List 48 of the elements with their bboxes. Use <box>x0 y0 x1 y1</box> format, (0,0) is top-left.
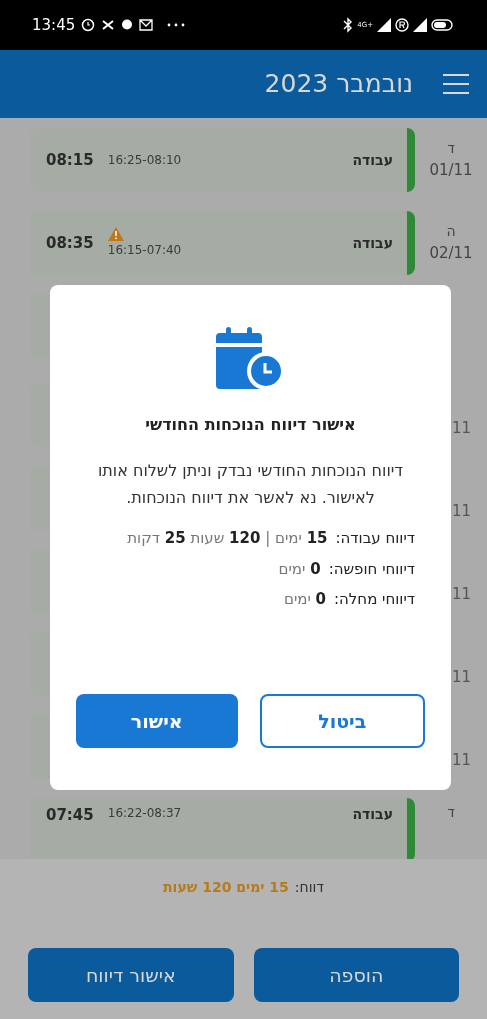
summary-value: 15 ימים 120 שעות <box>163 878 289 897</box>
entry-card-edge[interactable] <box>30 466 50 530</box>
day-label: ה <box>446 222 456 242</box>
entry-type: עבודה <box>352 805 393 824</box>
summary-label: דווח: <box>294 878 324 897</box>
action-button[interactable]: אישור דיווח <box>28 948 234 1002</box>
signal-icon <box>413 18 427 32</box>
month-title: נובמבר 2023 <box>264 68 413 101</box>
entry-card-edge[interactable] <box>30 632 50 696</box>
cancel-button[interactable]: ביטול <box>259 694 425 748</box>
entry-type: עבודה <box>352 233 393 253</box>
entry-card-edge[interactable] <box>30 549 50 613</box>
stat-label: דיווחי חופשה: <box>328 558 415 580</box>
entry-card-edge[interactable] <box>30 294 50 358</box>
date-label: 01/11 <box>429 160 473 182</box>
entry-type: עבודה <box>352 150 393 170</box>
date-label: 11 <box>451 749 471 771</box>
entry-card-edge[interactable] <box>30 715 50 779</box>
alarm-clock-icon <box>81 18 96 32</box>
time-range: 16:15-07:40 <box>107 242 182 259</box>
action-button[interactable]: הוספה <box>253 948 459 1002</box>
dialog-title: אישור דיווח הנוכחות החודשי <box>145 414 356 436</box>
entry-card-edge[interactable] <box>30 383 50 447</box>
warning-icon <box>107 227 124 241</box>
total-hours: 07:45 <box>46 805 94 826</box>
total-hours: 08:15 <box>46 149 94 171</box>
clock-time: 13:45 <box>32 14 76 36</box>
more-icon <box>167 23 186 27</box>
date-label: 11 <box>451 666 471 688</box>
date-label: 11 <box>451 417 471 439</box>
stat-label: דיווח עבודה: <box>335 528 415 549</box>
signal-icon <box>377 18 391 32</box>
date-label: 02/11 <box>429 243 473 265</box>
day-label: ד <box>447 803 455 822</box>
registered-icon <box>395 18 409 32</box>
confirm-button[interactable]: אישור <box>76 694 238 748</box>
total-hours: 08:35 <box>46 232 94 254</box>
battery-icon <box>431 19 455 31</box>
date-label: 11 <box>451 583 471 605</box>
stat-label: דיווחי מחלה: <box>334 589 415 610</box>
time-range: 16:22-08:37 <box>107 805 182 822</box>
time-range: 16:25-08:10 <box>107 152 182 169</box>
date-label: 11 <box>451 500 471 522</box>
mail-icon <box>139 19 154 31</box>
dialog-message: דיווח הנוכחות החודשי נבדק וניתן לשלוח אותו לאישור. נא לאשר את דיווח הנוכחות. <box>96 460 405 509</box>
menu-button[interactable] <box>443 73 469 95</box>
day-label: ד <box>447 139 455 159</box>
bluetooth-icon <box>343 17 354 33</box>
